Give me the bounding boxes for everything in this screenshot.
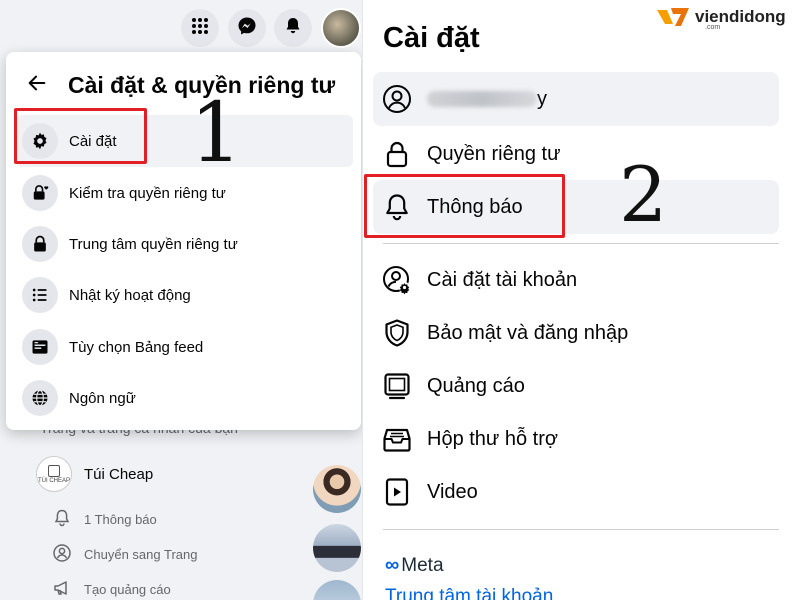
feed-icon — [22, 329, 58, 365]
highlight-box-step2 — [364, 174, 565, 238]
step-number-2: 2 — [619, 150, 668, 239]
inbox-icon — [381, 423, 413, 455]
contact-photo[interactable] — [313, 580, 361, 600]
viendidong-logo-mark — [655, 6, 691, 28]
settings-item-profile[interactable]: y — [373, 72, 779, 126]
menu-item-label: Tùy chọn Bảng feed — [69, 338, 204, 356]
bell-outline-icon — [52, 508, 84, 531]
list-icon — [22, 277, 58, 313]
settings-item-label: Quyền riêng tư — [427, 142, 561, 165]
menu-item-language[interactable]: Ngôn ngữ — [16, 372, 353, 424]
page-sub-label: Tạo quảng cáo — [84, 582, 171, 597]
page-sub-label: 1 Thông báo — [84, 512, 157, 527]
accounts-center-link[interactable]: Trung tâm tài khoản — [385, 586, 553, 600]
left-panel: Trang và trang cá nhân của bạn TÚI CHEAP… — [0, 0, 362, 600]
menu-item-label: Kiểm tra quyền riêng tư — [69, 184, 226, 202]
settings-item-privacy[interactable]: Quyền riêng tư — [373, 127, 779, 181]
top-navbar — [0, 0, 362, 56]
settings-panel: Cài đặt y Quyền riêng tư Thông báo Cài đ… — [362, 0, 800, 600]
page-sub-notifications[interactable]: 1 Thông báo — [52, 508, 157, 531]
contact-photo[interactable] — [313, 465, 361, 513]
profile-icon — [381, 83, 413, 115]
menu-item-feed-preferences[interactable]: Tùy chọn Bảng feed — [16, 321, 353, 373]
settings-item-security-login[interactable]: Bảo mật và đăng nhập — [373, 306, 779, 360]
meta-infinity-icon: ∞ — [385, 554, 400, 576]
settings-item-label: y — [427, 88, 547, 111]
bell-icon — [283, 16, 303, 41]
profile-avatar[interactable] — [321, 8, 361, 48]
menu-item-label: Ngôn ngữ — [69, 389, 136, 407]
page-sub-label: Chuyển sang Trang — [84, 547, 198, 562]
bag-icon — [48, 464, 60, 477]
account-settings-icon — [381, 264, 413, 296]
settings-item-ads[interactable]: Quảng cáo — [373, 359, 779, 413]
menu-item-label: Nhật ký hoạt động — [69, 286, 191, 304]
settings-item-label: Quảng cáo — [427, 374, 525, 397]
page-logo: TÚI CHEAP — [36, 456, 72, 492]
megaphone-icon — [52, 578, 84, 600]
page-sub-create-ad[interactable]: Tạo quảng cáo — [52, 578, 171, 600]
watermark: viendidong — [655, 6, 786, 28]
lock-outline-icon — [381, 138, 413, 170]
page-sub-switch[interactable]: Chuyển sang Trang — [52, 543, 197, 566]
lock-heart-icon — [22, 175, 58, 211]
back-button[interactable] — [24, 72, 50, 98]
settings-item-video[interactable]: Video — [373, 465, 779, 519]
blurred-profile-name — [427, 91, 537, 108]
settings-item-support-inbox[interactable]: Hộp thư hỗ trợ — [373, 412, 779, 466]
video-icon — [381, 476, 413, 508]
settings-title: Cài đặt — [383, 22, 480, 54]
arrow-left-icon — [26, 72, 48, 99]
watermark-domain: .com — [705, 24, 721, 31]
meta-label: Meta — [401, 554, 444, 576]
settings-item-label: Video — [427, 480, 478, 503]
globe-icon — [22, 380, 58, 416]
step-number-1: 1 — [190, 86, 243, 181]
notifications-button[interactable] — [274, 9, 312, 47]
settings-item-label: Hộp thư hỗ trợ — [427, 427, 559, 450]
menu-item-label: Trung tâm quyền riêng tư — [69, 235, 238, 253]
divider — [383, 529, 779, 530]
lock-icon — [22, 226, 58, 262]
settings-item-label: Bảo mật và đăng nhập — [427, 321, 629, 344]
highlight-box-step1 — [14, 108, 147, 164]
menu-item-activity-log[interactable]: Nhật ký hoạt động — [16, 269, 353, 321]
menu-item-privacy-center[interactable]: Trung tâm quyền riêng tư — [16, 218, 353, 270]
contact-photo[interactable] — [313, 524, 361, 572]
messenger-icon — [237, 16, 257, 41]
switch-profile-icon — [52, 543, 84, 566]
ads-icon — [381, 370, 413, 402]
messenger-button[interactable] — [228, 9, 266, 47]
menu-item-privacy-checkup[interactable]: Kiểm tra quyền riêng tư — [16, 167, 353, 219]
menu-grid-button[interactable] — [181, 9, 219, 47]
settings-item-label: Cài đặt tài khoản — [427, 268, 578, 291]
page-item-tui-cheap[interactable]: TÚI CHEAP Túi Cheap — [36, 456, 153, 492]
grid-icon — [190, 16, 210, 41]
shield-icon — [381, 317, 413, 349]
settings-item-account-settings[interactable]: Cài đặt tài khoản — [373, 253, 779, 307]
divider — [383, 243, 779, 244]
screenshot-composite: Trang và trang cá nhân của bạn TÚI CHEAP… — [0, 0, 800, 600]
page-name: Túi Cheap — [84, 465, 154, 483]
meta-logo: ∞ Meta — [385, 554, 444, 577]
